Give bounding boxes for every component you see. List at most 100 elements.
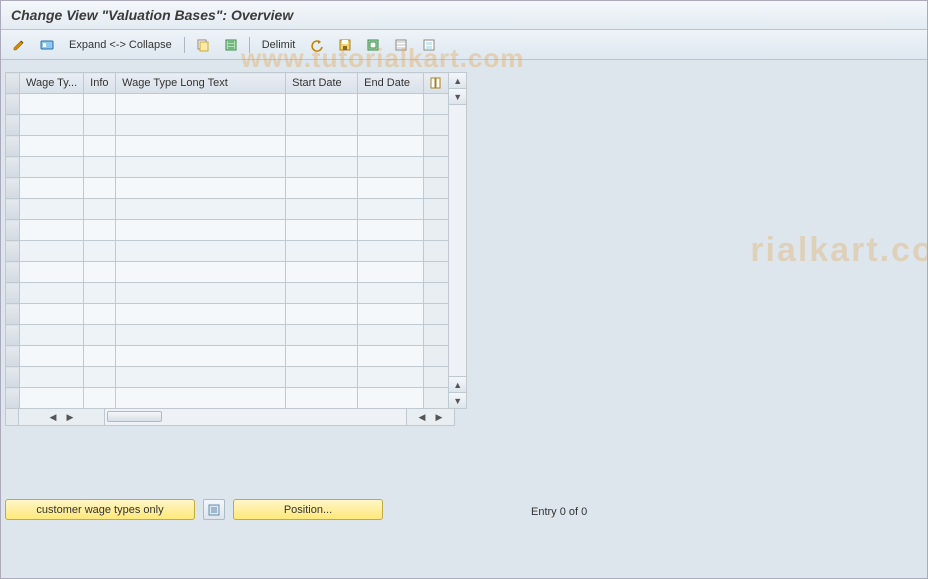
scroll-down-icon[interactable]: ▼: [449, 89, 466, 105]
scroll-up-icon[interactable]: ▲: [449, 73, 466, 89]
row-header[interactable]: [6, 220, 20, 241]
change-icon[interactable]: [7, 35, 31, 55]
select-all-icon[interactable]: [219, 35, 243, 55]
table-cell[interactable]: [20, 199, 84, 220]
col-long-text[interactable]: Wage Type Long Text: [116, 73, 286, 94]
col-start-date[interactable]: Start Date: [286, 73, 358, 94]
row-header[interactable]: [6, 304, 20, 325]
table-cell[interactable]: [84, 262, 116, 283]
row-header[interactable]: [6, 94, 20, 115]
row-header[interactable]: [6, 388, 20, 409]
table-cell[interactable]: [358, 346, 424, 367]
table-cell[interactable]: [358, 199, 424, 220]
table-cell[interactable]: [358, 388, 424, 409]
table-cell[interactable]: [84, 178, 116, 199]
table-cell[interactable]: [84, 346, 116, 367]
table-cell[interactable]: [20, 283, 84, 304]
table-cell[interactable]: [358, 115, 424, 136]
table-cell[interactable]: [20, 94, 84, 115]
position-button[interactable]: Position...: [233, 499, 383, 520]
scroll-up2-icon[interactable]: ▲: [449, 376, 466, 392]
table-cell[interactable]: [358, 283, 424, 304]
row-header[interactable]: [6, 262, 20, 283]
table-cell[interactable]: [116, 262, 286, 283]
table-row[interactable]: [6, 388, 449, 409]
table-cell[interactable]: [358, 220, 424, 241]
table-cell[interactable]: [20, 388, 84, 409]
table-cell[interactable]: [84, 304, 116, 325]
scroll-right2-icon[interactable]: ▶: [432, 410, 447, 425]
table-cell[interactable]: [20, 157, 84, 178]
table-cell[interactable]: [286, 262, 358, 283]
scroll-down2-icon[interactable]: ▼: [449, 392, 466, 408]
row-header[interactable]: [6, 241, 20, 262]
table-cell[interactable]: [20, 220, 84, 241]
undo-icon[interactable]: [305, 35, 329, 55]
table-cell[interactable]: [116, 157, 286, 178]
table-cell[interactable]: [358, 304, 424, 325]
table-row[interactable]: [6, 178, 449, 199]
table-cell[interactable]: [286, 178, 358, 199]
table-cell[interactable]: [116, 241, 286, 262]
hscroll-left-group[interactable]: ◀ ▶: [19, 409, 105, 426]
table-cell[interactable]: [116, 304, 286, 325]
table-cell[interactable]: [20, 241, 84, 262]
table-row[interactable]: [6, 199, 449, 220]
table-cell[interactable]: [116, 94, 286, 115]
scroll-track[interactable]: [449, 105, 466, 376]
expand-collapse-label[interactable]: Expand <-> Collapse: [63, 39, 178, 51]
table-cell[interactable]: [116, 115, 286, 136]
table-row[interactable]: [6, 115, 449, 136]
table-cell[interactable]: [20, 136, 84, 157]
table-cell[interactable]: [116, 283, 286, 304]
table-cell[interactable]: [358, 262, 424, 283]
copy-icon[interactable]: [191, 35, 215, 55]
table-cell[interactable]: [286, 157, 358, 178]
scroll-right-icon[interactable]: ▶: [63, 410, 78, 425]
table-cell[interactable]: [84, 241, 116, 262]
row-header[interactable]: [6, 199, 20, 220]
customer-wage-types-button[interactable]: customer wage types only: [5, 499, 195, 520]
hscroll-track[interactable]: [105, 409, 407, 426]
position-icon-button[interactable]: [203, 499, 225, 520]
table-row[interactable]: [6, 157, 449, 178]
table-cell[interactable]: [116, 178, 286, 199]
table-cell[interactable]: [286, 304, 358, 325]
table-cell[interactable]: [358, 178, 424, 199]
table-cell[interactable]: [286, 94, 358, 115]
table-cell[interactable]: [20, 262, 84, 283]
table-row[interactable]: [6, 136, 449, 157]
row-header[interactable]: [6, 115, 20, 136]
table-cell[interactable]: [116, 136, 286, 157]
col-info[interactable]: Info: [84, 73, 116, 94]
table-cell[interactable]: [84, 325, 116, 346]
table-row[interactable]: [6, 220, 449, 241]
table-cell[interactable]: [286, 136, 358, 157]
table-row[interactable]: [6, 367, 449, 388]
table-cell[interactable]: [84, 283, 116, 304]
table-cell[interactable]: [20, 346, 84, 367]
table-cell[interactable]: [116, 346, 286, 367]
row-header[interactable]: [6, 346, 20, 367]
table-cell[interactable]: [84, 115, 116, 136]
configure-columns-icon[interactable]: [424, 73, 449, 94]
row-header[interactable]: [6, 157, 20, 178]
delimit-label[interactable]: Delimit: [256, 39, 302, 51]
table-cell[interactable]: [286, 241, 358, 262]
print-icon[interactable]: [417, 35, 441, 55]
table-cell[interactable]: [84, 367, 116, 388]
table-cell[interactable]: [358, 136, 424, 157]
save-icon[interactable]: [333, 35, 357, 55]
valuation-table[interactable]: Wage Ty... Info Wage Type Long Text Star…: [5, 72, 449, 409]
table-cell[interactable]: [20, 325, 84, 346]
table-cell[interactable]: [286, 220, 358, 241]
table-cell[interactable]: [286, 367, 358, 388]
table-cell[interactable]: [116, 325, 286, 346]
hscroll-thumb[interactable]: [107, 411, 162, 422]
table-cell[interactable]: [20, 367, 84, 388]
table-cell[interactable]: [116, 199, 286, 220]
col-wage-type[interactable]: Wage Ty...: [20, 73, 84, 94]
scroll-left2-icon[interactable]: ◀: [415, 410, 430, 425]
hscroll-right-group[interactable]: ◀ ▶: [407, 409, 455, 426]
table-cell[interactable]: [358, 157, 424, 178]
